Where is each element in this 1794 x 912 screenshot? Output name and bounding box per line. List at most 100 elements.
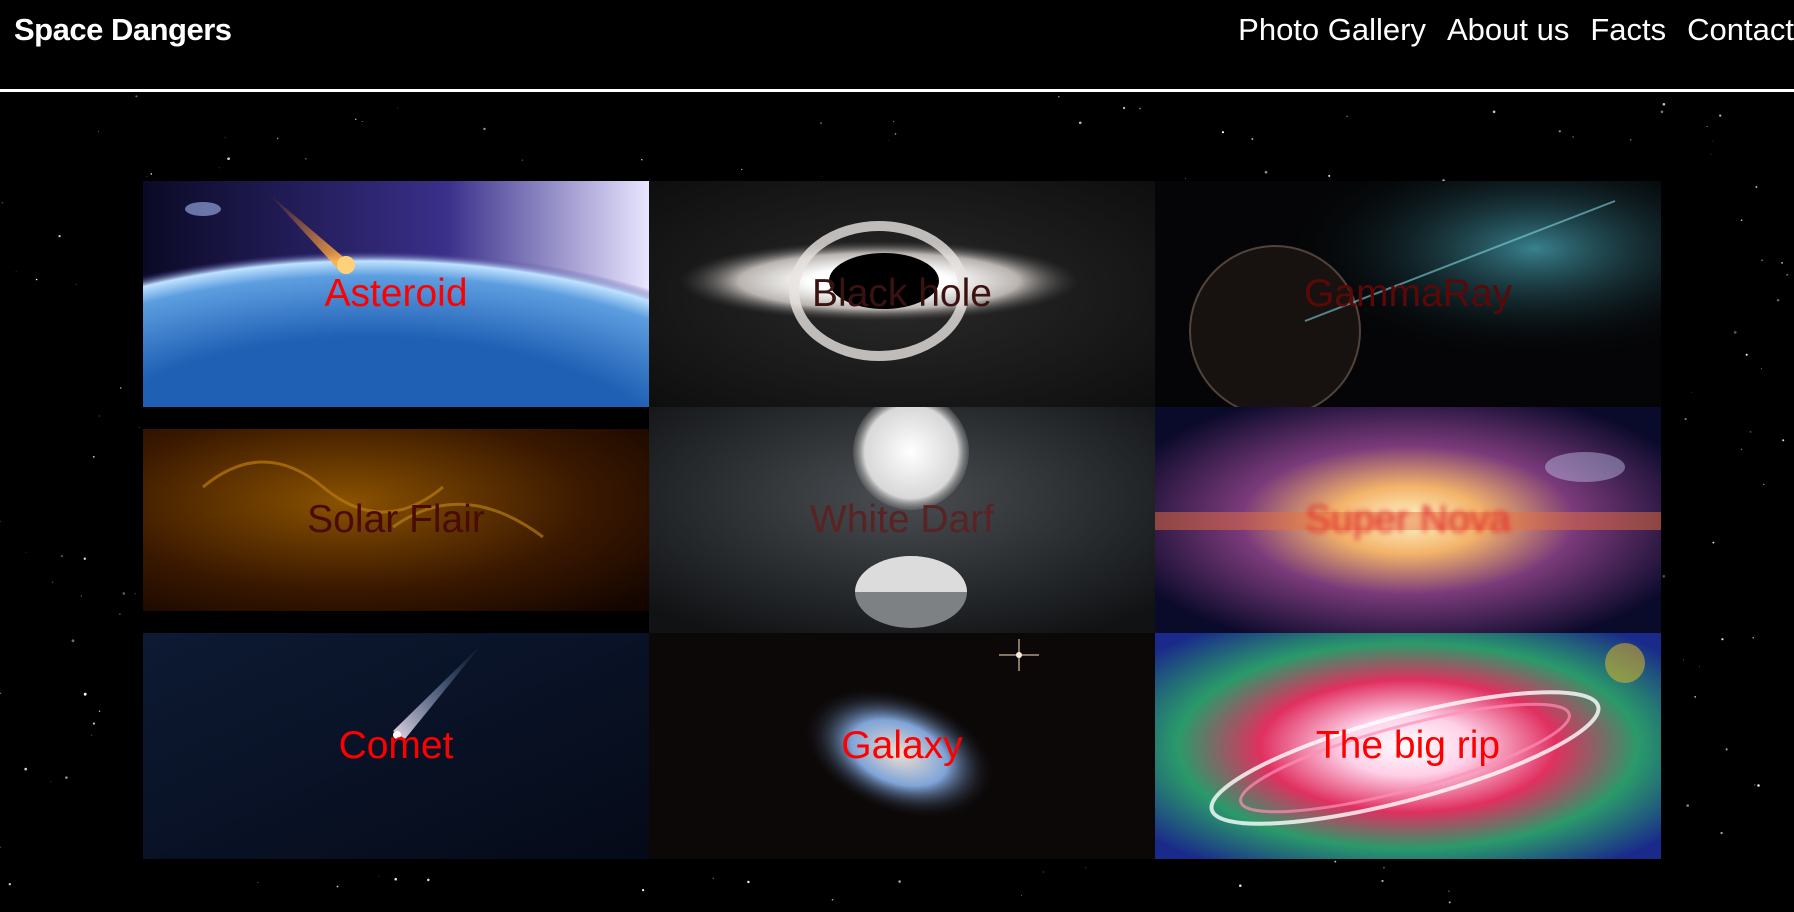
star-dot bbox=[1749, 431, 1752, 433]
star-dot bbox=[1721, 638, 1724, 641]
star-dot bbox=[71, 639, 75, 643]
star-dot bbox=[336, 885, 339, 888]
nav-facts[interactable]: Facts bbox=[1590, 12, 1666, 48]
star-dot bbox=[1720, 831, 1723, 835]
tile-label: Black hole bbox=[812, 272, 992, 315]
star-dot bbox=[1492, 110, 1496, 114]
star-dot bbox=[0, 521, 1, 522]
star-dot bbox=[1691, 392, 1692, 393]
star-dot bbox=[831, 898, 834, 901]
star-dot bbox=[1020, 895, 1022, 896]
star-dot bbox=[1699, 666, 1700, 668]
tile-label: White Darf bbox=[809, 498, 995, 541]
star-dot bbox=[92, 455, 95, 458]
star-dot bbox=[1760, 368, 1762, 370]
star-dot bbox=[483, 127, 486, 131]
gallery-tile-big-rip[interactable]: The big rip bbox=[1155, 633, 1661, 859]
star-dot bbox=[146, 176, 148, 177]
star-dot bbox=[1761, 259, 1763, 261]
star-dot bbox=[712, 877, 714, 879]
star-dot bbox=[1686, 804, 1690, 807]
star-dot bbox=[1139, 107, 1142, 110]
star-dot bbox=[1334, 860, 1337, 863]
star-dot bbox=[1448, 890, 1450, 892]
star-dot bbox=[741, 169, 743, 171]
star-dot bbox=[1740, 219, 1743, 222]
gallery-tile-super-nova[interactable]: Super Nova bbox=[1155, 407, 1661, 633]
star-dot bbox=[1706, 126, 1708, 127]
star-dot bbox=[122, 592, 126, 595]
star-dot bbox=[134, 592, 136, 595]
tile-label: GammaRay bbox=[1303, 272, 1513, 315]
star-dot bbox=[75, 283, 77, 285]
gallery-tile-black-hole[interactable]: Black hole bbox=[649, 181, 1155, 407]
star-dot bbox=[91, 734, 93, 736]
star-dot bbox=[50, 781, 52, 783]
star-dot bbox=[378, 875, 380, 877]
star-dot bbox=[1733, 331, 1737, 334]
photo-gallery-grid: Asteroid Black hole GammaRay Solar Flair… bbox=[143, 181, 1661, 859]
star-dot bbox=[1662, 575, 1666, 578]
star-dot bbox=[1684, 418, 1687, 421]
star-dot bbox=[898, 880, 901, 883]
star-dot bbox=[138, 426, 140, 428]
star-dot bbox=[227, 157, 230, 161]
star-dot bbox=[83, 557, 86, 560]
star-dot bbox=[24, 767, 28, 771]
star-dot bbox=[894, 133, 897, 135]
gallery-tile-solar-flair[interactable]: Solar Flair bbox=[143, 407, 649, 633]
star-dot bbox=[1448, 901, 1451, 904]
star-dot bbox=[354, 118, 357, 121]
star-dot bbox=[1682, 659, 1684, 661]
nav-about-us[interactable]: About us bbox=[1447, 12, 1569, 48]
star-dot bbox=[394, 877, 397, 881]
star-dot bbox=[35, 278, 38, 281]
star-dot bbox=[1745, 353, 1748, 356]
star-dot bbox=[80, 595, 82, 597]
tile-label: Super Nova bbox=[1305, 498, 1511, 541]
star-dot bbox=[8, 883, 11, 886]
star-dot bbox=[1786, 273, 1789, 276]
star-dot bbox=[1662, 102, 1666, 106]
star-dot bbox=[1782, 439, 1785, 442]
star-dot bbox=[1221, 131, 1225, 134]
site-brand[interactable]: Space Dangers bbox=[14, 12, 232, 48]
star-dot bbox=[0, 692, 2, 695]
star-dot bbox=[397, 107, 399, 109]
gallery-tile-comet[interactable]: Comet bbox=[143, 633, 649, 859]
gallery-tile-galaxy[interactable]: Galaxy bbox=[649, 633, 1155, 859]
star-dot bbox=[92, 722, 95, 725]
tile-label: Asteroid bbox=[324, 272, 468, 315]
star-dot bbox=[1763, 483, 1765, 485]
star-dot bbox=[119, 387, 122, 389]
star-dot bbox=[1058, 95, 1060, 98]
gallery-tile-white-darf[interactable]: White Darf bbox=[649, 407, 1155, 633]
gallery-tile-gammaray[interactable]: GammaRay bbox=[1155, 181, 1661, 407]
star-dot bbox=[1122, 106, 1126, 110]
star-dot bbox=[1239, 884, 1242, 887]
star-dot bbox=[1757, 784, 1760, 787]
tile-label: Galaxy bbox=[841, 724, 963, 767]
star-dot bbox=[60, 555, 63, 558]
star-dot bbox=[1776, 298, 1780, 302]
star-dot bbox=[52, 581, 54, 583]
star-dot bbox=[1042, 871, 1045, 873]
star-dot bbox=[1084, 867, 1086, 869]
nav-photo-gallery[interactable]: Photo Gallery bbox=[1238, 12, 1426, 48]
star-dot bbox=[1572, 136, 1574, 138]
tile-label: Solar Flair bbox=[307, 498, 485, 541]
star-dot bbox=[25, 552, 27, 553]
gallery-tile-asteroid[interactable]: Asteroid bbox=[143, 181, 649, 407]
star-dot bbox=[1630, 139, 1632, 141]
star-dot bbox=[1781, 261, 1784, 264]
star-dot bbox=[150, 173, 153, 175]
star-dot bbox=[1383, 866, 1385, 869]
star-dot bbox=[1185, 177, 1186, 179]
nav-contact[interactable]: Contact bbox=[1687, 12, 1794, 48]
star-dot bbox=[641, 888, 645, 892]
star-dot bbox=[1381, 879, 1384, 883]
star-dot bbox=[15, 270, 17, 272]
star-dot bbox=[305, 158, 307, 160]
star-dot bbox=[1725, 748, 1728, 751]
tile-label: The big rip bbox=[1315, 724, 1501, 767]
